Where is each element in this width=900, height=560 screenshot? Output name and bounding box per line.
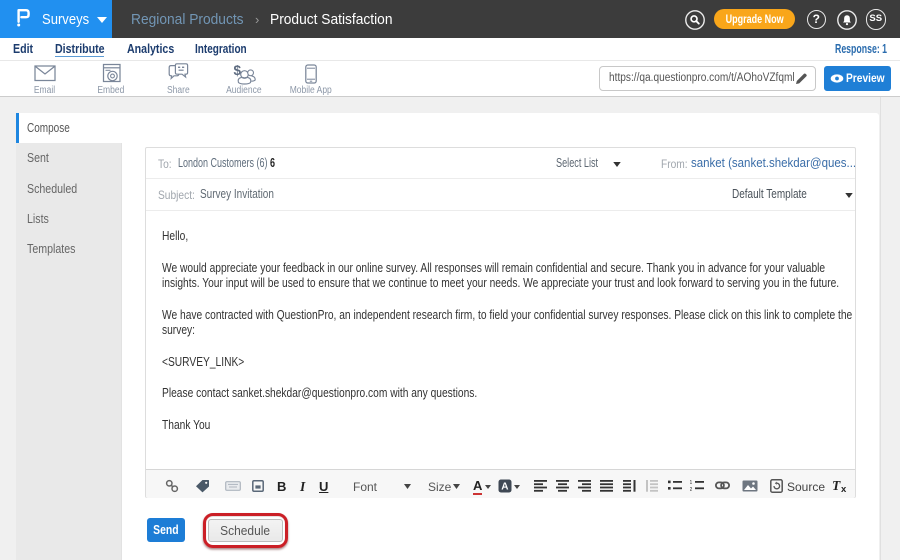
svg-text:1: 1 — [690, 480, 693, 486]
svg-text:2: 2 — [690, 487, 693, 492]
svg-text:A: A — [501, 482, 508, 493]
